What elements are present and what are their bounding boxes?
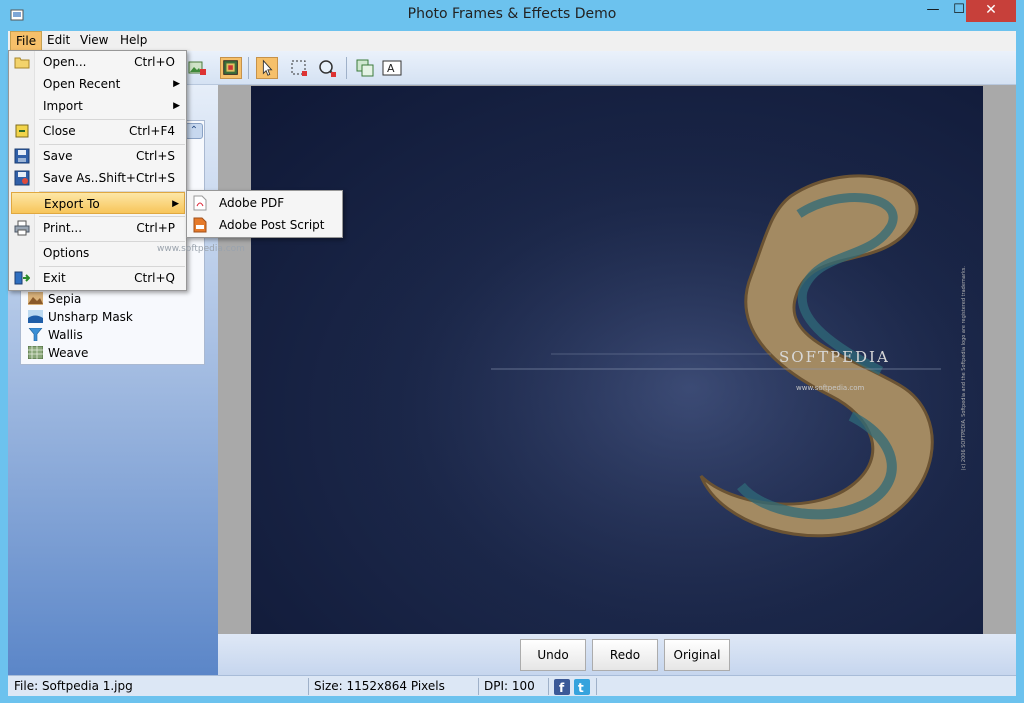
copy-frame-icon[interactable] [354, 57, 376, 79]
pointer-tool-button[interactable] [256, 57, 278, 79]
app-window: Photo Frames & Effects Demo — ☐ ✕ File E… [0, 0, 1024, 703]
status-file: File: Softpedia 1.jpg [14, 679, 133, 693]
frame-tool-button[interactable] [220, 57, 242, 79]
filter-label: Sepia [48, 292, 82, 306]
status-bar: File: Softpedia 1.jpg Size: 1152x864 Pix… [8, 675, 1016, 696]
menu-item-label: Open... [43, 55, 87, 69]
printer-icon [14, 220, 30, 236]
menu-item-label: Open Recent [43, 77, 121, 91]
menu-help[interactable]: Help [115, 31, 152, 51]
menu-item-open[interactable]: Open... Ctrl+O [11, 51, 185, 73]
save-icon [14, 148, 30, 164]
photo-legal-text: (c) 2006 SOFTPEDIA. Softpedia and the So… [961, 266, 967, 471]
menu-item-shortcut: Ctrl+F4 [129, 124, 175, 138]
close-button[interactable]: ✕ [966, 0, 1016, 22]
menu-item-close[interactable]: Close Ctrl+F4 [11, 120, 185, 142]
menu-bar: File Edit View Help [8, 31, 1016, 51]
open-folder-icon [14, 57, 30, 69]
pdf-icon [193, 195, 207, 211]
weave-icon [28, 346, 43, 359]
menu-item-label: Options [43, 246, 90, 260]
menu-edit[interactable]: Edit [42, 31, 75, 51]
window-title: Photo Frames & Effects Demo [407, 6, 617, 22]
file-menu-dropdown: Open... Ctrl+O Open Recent ▶ Import ▶ Cl… [8, 50, 187, 291]
status-separator [478, 678, 479, 695]
filter-label: Weave [48, 346, 89, 360]
photo-url-text: www.softpedia.com [796, 384, 865, 392]
menu-item-import[interactable]: Import ▶ [11, 95, 185, 117]
filter-label: Wallis [48, 328, 83, 342]
menu-view[interactable]: View [75, 31, 113, 51]
menu-item-save[interactable]: Save Ctrl+S [11, 145, 185, 167]
postscript-icon [193, 217, 207, 233]
svg-text:f: f [559, 681, 565, 695]
submenu-item-label: Adobe PDF [219, 196, 285, 210]
zoom-icon[interactable] [316, 57, 338, 79]
export-submenu: Adobe PDF Adobe Post Script [186, 190, 343, 238]
title-bar[interactable]: Photo Frames & Effects Demo — ☐ ✕ [0, 0, 1024, 31]
submenu-arrow-icon: ▶ [173, 101, 180, 111]
redo-button[interactable]: Redo [592, 639, 658, 671]
menu-item-label: Save [43, 149, 73, 163]
facebook-icon[interactable]: f [554, 679, 570, 695]
menu-item-export-to[interactable]: Export To ▶ [11, 192, 185, 214]
photo-canvas[interactable]: SOFTPEDIA www.softpedia.com (c) 2006 SOF… [251, 86, 983, 634]
close-document-icon [15, 124, 29, 138]
undo-button[interactable]: Undo [520, 639, 586, 671]
status-separator [596, 678, 597, 695]
sepia-icon [28, 292, 43, 305]
status-size: Size: 1152x864 Pixels [314, 679, 445, 693]
menu-item-label: Import [43, 99, 83, 113]
status-separator [308, 678, 309, 695]
menu-item-shortcut: Ctrl+Q [134, 271, 175, 285]
menu-item-open-recent[interactable]: Open Recent ▶ [11, 73, 185, 95]
add-image-icon[interactable] [186, 57, 208, 79]
canvas-footer: Undo Redo Original [218, 634, 1016, 675]
select-rectangle-icon[interactable] [288, 57, 310, 79]
submenu-item-label: Adobe Post Script [219, 218, 325, 232]
wallis-icon [28, 328, 43, 341]
toolbar-separator [248, 57, 249, 79]
menu-item-label: Save As... [43, 171, 103, 185]
status-dpi: DPI: 100 [484, 679, 535, 693]
menu-file[interactable]: File [10, 31, 43, 51]
pointer-icon [262, 59, 273, 76]
filter-label: Unsharp Mask [48, 310, 133, 324]
menu-item-shortcut: Ctrl+S [135, 149, 175, 163]
svg-text:t: t [578, 681, 584, 695]
frame-icon [223, 60, 238, 75]
submenu-arrow-icon: ▶ [173, 79, 180, 89]
menu-item-label: Export To [44, 197, 100, 211]
svg-text:A: A [387, 62, 395, 75]
unsharp-mask-icon [28, 310, 43, 323]
photo-watermark-text: SOFTPEDIA [779, 348, 890, 366]
ghost-watermark: www.softpedia.com [157, 244, 245, 254]
submenu-item-adobe-postscript[interactable]: Adobe Post Script [189, 214, 341, 236]
menu-item-label: Close [43, 124, 76, 138]
menu-item-shortcut: Ctrl+P [136, 221, 175, 235]
save-as-icon [14, 170, 30, 186]
text-tool-icon[interactable]: A [381, 57, 403, 79]
menu-item-shortcut: Shift+Ctrl+S [98, 171, 175, 185]
menu-item-exit[interactable]: Exit Ctrl+Q [11, 267, 185, 289]
menu-item-print[interactable]: Print... Ctrl+P [11, 217, 185, 239]
original-button[interactable]: Original [664, 639, 730, 671]
status-separator [548, 678, 549, 695]
toolbar-separator [346, 57, 347, 79]
menu-item-shortcut: Ctrl+O [134, 55, 175, 69]
canvas-area: SOFTPEDIA www.softpedia.com (c) 2006 SOF… [218, 85, 1016, 675]
exit-icon [14, 271, 30, 285]
submenu-item-adobe-pdf[interactable]: Adobe PDF [189, 192, 341, 214]
collapse-panel-icon[interactable]: ⌃ [185, 123, 203, 139]
submenu-arrow-icon: ▶ [172, 199, 179, 209]
twitter-icon[interactable]: t [574, 679, 590, 695]
menu-item-save-as[interactable]: Save As... Shift+Ctrl+S [11, 167, 185, 189]
menu-item-label: Exit [43, 271, 66, 285]
menu-item-label: Print... [43, 221, 83, 235]
